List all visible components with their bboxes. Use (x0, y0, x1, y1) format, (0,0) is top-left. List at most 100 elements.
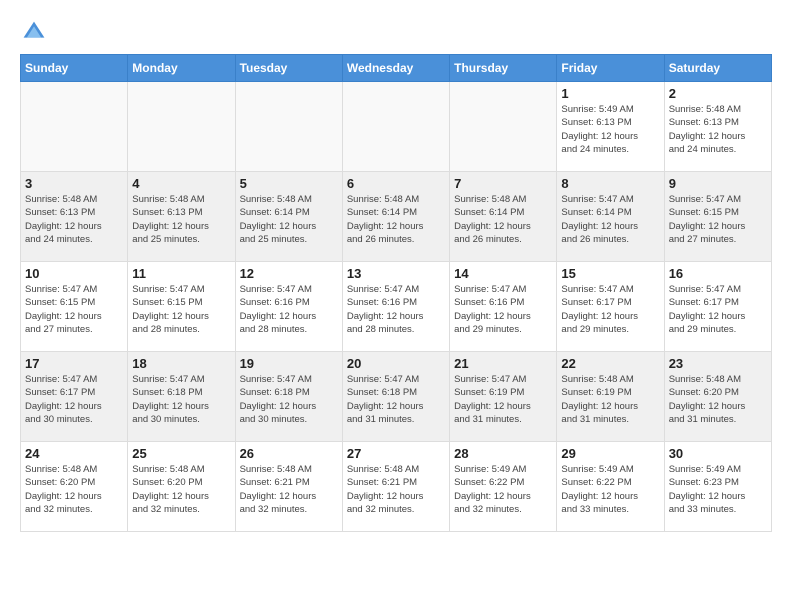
calendar-day-cell: 5 Sunrise: 5:48 AM Sunset: 6:14 PM Daylig… (235, 172, 342, 262)
calendar-day-cell: 16 Sunrise: 5:47 AM Sunset: 6:17 PM Dayli… (664, 262, 771, 352)
day-number: 22 (561, 356, 659, 371)
day-number: 23 (669, 356, 767, 371)
page-header (20, 20, 772, 44)
calendar-week-row: 1Sunrise: 5:49 AM Sunset: 6:13 PM Daylig… (21, 82, 772, 172)
day-info: Sunrise: 5:47 AM Sunset: 6:15 PM Dayligh… (669, 193, 767, 246)
calendar-day-cell: 8 Sunrise: 5:47 AM Sunset: 6:14 PM Daylig… (557, 172, 664, 262)
calendar-day-cell (342, 82, 449, 172)
calendar-header-wednesday: Wednesday (342, 55, 449, 82)
calendar-day-cell: 4 Sunrise: 5:48 AM Sunset: 6:13 PM Daylig… (128, 172, 235, 262)
day-info: Sunrise: 5:47 AM Sunset: 6:17 PM Dayligh… (25, 373, 123, 426)
calendar-day-cell: 13Sunrise: 5:47 AM Sunset: 6:16 PM Dayli… (342, 262, 449, 352)
day-info: Sunrise: 5:48 AM Sunset: 6:13 PM Dayligh… (25, 193, 123, 246)
day-info: Sunrise: 5:48 AM Sunset: 6:20 PM Dayligh… (25, 463, 123, 516)
day-number: 12 (240, 266, 338, 281)
calendar-header-saturday: Saturday (664, 55, 771, 82)
day-number: 11 (132, 266, 230, 281)
calendar-day-cell: 19 Sunrise: 5:47 AM Sunset: 6:18 PM Dayli… (235, 352, 342, 442)
day-number: 18 (132, 356, 230, 371)
day-info: Sunrise: 5:47 AM Sunset: 6:17 PM Dayligh… (669, 283, 767, 336)
calendar-day-cell: 6 Sunrise: 5:48 AM Sunset: 6:14 PM Daylig… (342, 172, 449, 262)
calendar-day-cell: 30 Sunrise: 5:49 AM Sunset: 6:23 PM Dayli… (664, 442, 771, 532)
calendar-day-cell: 18 Sunrise: 5:47 AM Sunset: 6:18 PM Dayli… (128, 352, 235, 442)
calendar-day-cell: 21 Sunrise: 5:47 AM Sunset: 6:19 PM Dayli… (450, 352, 557, 442)
calendar-day-cell: 24 Sunrise: 5:48 AM Sunset: 6:20 PM Dayli… (21, 442, 128, 532)
day-number: 1 (561, 86, 659, 101)
calendar-header-monday: Monday (128, 55, 235, 82)
day-info: Sunrise: 5:47 AM Sunset: 6:16 PM Dayligh… (454, 283, 552, 336)
day-info: Sunrise: 5:47 AM Sunset: 6:18 PM Dayligh… (132, 373, 230, 426)
day-number: 16 (669, 266, 767, 281)
day-number: 21 (454, 356, 552, 371)
calendar-day-cell (450, 82, 557, 172)
day-info: Sunrise: 5:48 AM Sunset: 6:19 PM Dayligh… (561, 373, 659, 426)
calendar-day-cell: 17 Sunrise: 5:47 AM Sunset: 6:17 PM Dayli… (21, 352, 128, 442)
day-info: Sunrise: 5:48 AM Sunset: 6:21 PM Dayligh… (347, 463, 445, 516)
day-info: Sunrise: 5:47 AM Sunset: 6:14 PM Dayligh… (561, 193, 659, 246)
day-number: 9 (669, 176, 767, 191)
day-info: Sunrise: 5:48 AM Sunset: 6:20 PM Dayligh… (132, 463, 230, 516)
day-info: Sunrise: 5:49 AM Sunset: 6:23 PM Dayligh… (669, 463, 767, 516)
calendar-day-cell: 15 Sunrise: 5:47 AM Sunset: 6:17 PM Dayli… (557, 262, 664, 352)
calendar-header-tuesday: Tuesday (235, 55, 342, 82)
calendar-day-cell: 10Sunrise: 5:47 AM Sunset: 6:15 PM Dayli… (21, 262, 128, 352)
calendar-header-row: SundayMondayTuesdayWednesdayThursdayFrid… (21, 55, 772, 82)
day-number: 14 (454, 266, 552, 281)
calendar-day-cell: 1Sunrise: 5:49 AM Sunset: 6:13 PM Daylig… (557, 82, 664, 172)
day-info: Sunrise: 5:47 AM Sunset: 6:16 PM Dayligh… (240, 283, 338, 336)
day-number: 24 (25, 446, 123, 461)
calendar-day-cell: 7 Sunrise: 5:48 AM Sunset: 6:14 PM Daylig… (450, 172, 557, 262)
day-number: 25 (132, 446, 230, 461)
calendar-day-cell: 11 Sunrise: 5:47 AM Sunset: 6:15 PM Dayli… (128, 262, 235, 352)
day-number: 2 (669, 86, 767, 101)
day-info: Sunrise: 5:47 AM Sunset: 6:18 PM Dayligh… (240, 373, 338, 426)
calendar-header-friday: Friday (557, 55, 664, 82)
day-info: Sunrise: 5:48 AM Sunset: 6:14 PM Dayligh… (454, 193, 552, 246)
calendar-week-row: 17 Sunrise: 5:47 AM Sunset: 6:17 PM Dayli… (21, 352, 772, 442)
day-info: Sunrise: 5:47 AM Sunset: 6:19 PM Dayligh… (454, 373, 552, 426)
calendar-day-cell: 28 Sunrise: 5:49 AM Sunset: 6:22 PM Dayli… (450, 442, 557, 532)
calendar-day-cell: 2 Sunrise: 5:48 AM Sunset: 6:13 PM Daylig… (664, 82, 771, 172)
day-info: Sunrise: 5:48 AM Sunset: 6:14 PM Dayligh… (240, 193, 338, 246)
day-number: 17 (25, 356, 123, 371)
day-number: 30 (669, 446, 767, 461)
calendar-day-cell: 22 Sunrise: 5:48 AM Sunset: 6:19 PM Dayli… (557, 352, 664, 442)
day-number: 19 (240, 356, 338, 371)
day-number: 3 (25, 176, 123, 191)
day-number: 8 (561, 176, 659, 191)
day-number: 7 (454, 176, 552, 191)
calendar-day-cell (128, 82, 235, 172)
day-info: Sunrise: 5:48 AM Sunset: 6:14 PM Dayligh… (347, 193, 445, 246)
day-number: 28 (454, 446, 552, 461)
calendar-day-cell (21, 82, 128, 172)
day-number: 5 (240, 176, 338, 191)
day-info: Sunrise: 5:48 AM Sunset: 6:21 PM Dayligh… (240, 463, 338, 516)
day-info: Sunrise: 5:47 AM Sunset: 6:15 PM Dayligh… (132, 283, 230, 336)
day-info: Sunrise: 5:47 AM Sunset: 6:17 PM Dayligh… (561, 283, 659, 336)
day-number: 29 (561, 446, 659, 461)
day-number: 4 (132, 176, 230, 191)
calendar-week-row: 3 Sunrise: 5:48 AM Sunset: 6:13 PM Daylig… (21, 172, 772, 262)
day-info: Sunrise: 5:49 AM Sunset: 6:22 PM Dayligh… (454, 463, 552, 516)
calendar-day-cell: 14 Sunrise: 5:47 AM Sunset: 6:16 PM Dayli… (450, 262, 557, 352)
calendar-week-row: 10Sunrise: 5:47 AM Sunset: 6:15 PM Dayli… (21, 262, 772, 352)
logo-icon (22, 20, 46, 44)
calendar-day-cell: 12 Sunrise: 5:47 AM Sunset: 6:16 PM Dayli… (235, 262, 342, 352)
day-number: 15 (561, 266, 659, 281)
day-info: Sunrise: 5:48 AM Sunset: 6:13 PM Dayligh… (132, 193, 230, 246)
day-number: 26 (240, 446, 338, 461)
calendar-header-thursday: Thursday (450, 55, 557, 82)
day-number: 6 (347, 176, 445, 191)
day-info: Sunrise: 5:47 AM Sunset: 6:15 PM Dayligh… (25, 283, 123, 336)
calendar-day-cell: 20 Sunrise: 5:47 AM Sunset: 6:18 PM Dayli… (342, 352, 449, 442)
calendar-week-row: 24 Sunrise: 5:48 AM Sunset: 6:20 PM Dayli… (21, 442, 772, 532)
calendar-day-cell: 3 Sunrise: 5:48 AM Sunset: 6:13 PM Daylig… (21, 172, 128, 262)
calendar-day-cell: 23Sunrise: 5:48 AM Sunset: 6:20 PM Dayli… (664, 352, 771, 442)
calendar-day-cell: 29Sunrise: 5:49 AM Sunset: 6:22 PM Dayli… (557, 442, 664, 532)
day-info: Sunrise: 5:48 AM Sunset: 6:13 PM Dayligh… (669, 103, 767, 156)
day-number: 27 (347, 446, 445, 461)
day-info: Sunrise: 5:47 AM Sunset: 6:18 PM Dayligh… (347, 373, 445, 426)
calendar-day-cell: 27 Sunrise: 5:48 AM Sunset: 6:21 PM Dayli… (342, 442, 449, 532)
day-number: 20 (347, 356, 445, 371)
calendar-day-cell: 25 Sunrise: 5:48 AM Sunset: 6:20 PM Dayli… (128, 442, 235, 532)
